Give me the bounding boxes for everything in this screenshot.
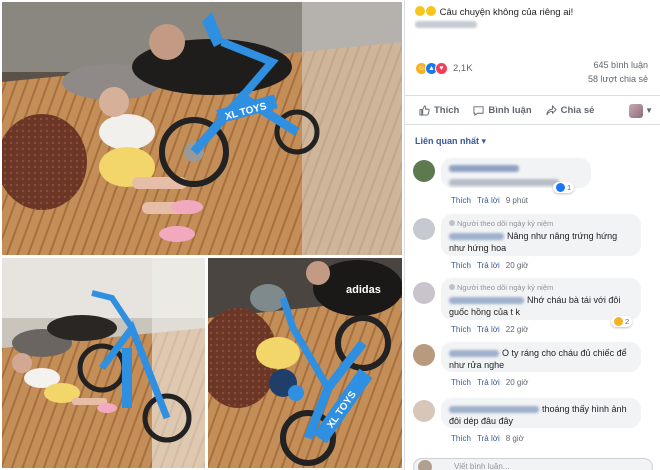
thumbs-up-icon: [419, 104, 430, 116]
share-button-label: Chia sẻ: [560, 104, 595, 116]
comment-reply-link[interactable]: Trả lời: [477, 261, 500, 270]
share-arrow-icon: [546, 104, 557, 115]
write-comment-placeholder: Viết bình luận...: [454, 462, 510, 470]
comment-time[interactable]: 9 phút: [506, 196, 528, 205]
photo-collage: XL TOYS adidas XL TOYS: [0, 0, 404, 470]
comment-reaction-count[interactable]: 1: [553, 182, 575, 193]
comment-time[interactable]: 20 giờ: [506, 261, 529, 270]
comment-like-link[interactable]: Thích: [451, 325, 471, 334]
commenter-avatar[interactable]: [413, 344, 435, 366]
post-caption: Câu chuyện không của riêng ai!: [415, 6, 573, 18]
photo-bottom-right-image: adidas XL TOYS: [208, 258, 402, 468]
comment-item: 1 Thích Trả lời 9 phút: [413, 158, 653, 210]
comment-sort-label: Liên quan nhất: [415, 136, 479, 146]
commenter-name-blurred[interactable]: [449, 297, 524, 304]
comment-reaction-count[interactable]: 2: [611, 316, 633, 327]
comment-bubble-icon: [473, 105, 484, 116]
comment-button[interactable]: Bình luận: [473, 104, 532, 116]
comment-meta: Thích Trả lời 20 giờ: [451, 378, 528, 387]
comment-text-blurred: [449, 179, 559, 186]
comment-time[interactable]: 22 giờ: [506, 325, 529, 334]
comment-reply-link[interactable]: Trả lời: [477, 434, 500, 443]
comment-item: Người theo dõi ngày kỷ niệm Nhớ cháu bà …: [413, 278, 653, 338]
commenter-avatar[interactable]: [413, 218, 435, 240]
photo-bottom-right[interactable]: adidas XL TOYS: [208, 258, 402, 468]
comment-meta: Thích Trả lời 9 phút: [451, 196, 528, 205]
comment-like-link[interactable]: Thích: [451, 261, 471, 270]
comment-like-link[interactable]: Thích: [451, 434, 471, 443]
share-button[interactable]: Chia sẻ: [546, 104, 595, 116]
commenter-avatar[interactable]: [413, 160, 435, 182]
comment-reply-link[interactable]: Trả lời: [477, 325, 500, 334]
laughing-emoji-icon: [426, 6, 436, 16]
comment-meta: Thích Trả lời 20 giờ: [451, 261, 528, 270]
photo-main[interactable]: XL TOYS: [2, 2, 402, 255]
commenter-name-blurred[interactable]: [449, 406, 539, 413]
post-stats: 645 bình luận 58 lượt chia sẻ: [588, 58, 648, 86]
commenter-avatar[interactable]: [413, 400, 435, 422]
write-comment-input[interactable]: Viết bình luận...: [413, 458, 653, 470]
reaction-summary[interactable]: ☺ ▲ ♥ 2,1K: [415, 60, 473, 76]
laughing-emoji-icon: [415, 6, 425, 16]
comment-reply-link[interactable]: Trả lời: [477, 378, 500, 387]
comment-bubble: thoáng thấy hình ảnh đôi dép đâu đây: [441, 398, 641, 428]
badge-icon: [449, 284, 455, 290]
comments-count-link[interactable]: 645 bình luận: [588, 58, 648, 72]
comment-sort-dropdown[interactable]: Liên quan nhất ▾: [415, 136, 486, 147]
photo-bottom-left-image: [2, 258, 205, 468]
comment-like-link[interactable]: Thích: [451, 378, 471, 387]
photo-bottom-left[interactable]: [2, 258, 205, 468]
comment-item: Người theo dõi ngày kỷ niệm Nâng như nân…: [413, 214, 653, 274]
current-user-avatar: [418, 460, 432, 470]
haha-reaction-icon: [614, 317, 623, 326]
post-action-bar: Thích Bình luận Chia sẻ ▼: [405, 95, 660, 125]
like-button[interactable]: Thích: [419, 105, 459, 116]
commenter-name-blurred[interactable]: [449, 165, 519, 172]
comment-time[interactable]: 20 giờ: [506, 378, 529, 387]
commenter-avatar[interactable]: [413, 282, 435, 304]
comment-button-label: Bình luận: [488, 104, 532, 116]
photo-main-image: XL TOYS: [2, 2, 402, 255]
anniversary-follower-badge: Người theo dõi ngày kỷ niệm: [449, 283, 633, 292]
shares-count-link[interactable]: 58 lượt chia sẻ: [588, 72, 648, 86]
comment-time[interactable]: 8 giờ: [506, 434, 524, 443]
like-reaction-icon: [556, 183, 565, 192]
comment-bubble: O ty ráng cho cháu đủ chiếc để như rửa n…: [441, 342, 641, 372]
badge-icon: [449, 220, 455, 226]
chevron-down-icon: ▾: [481, 136, 487, 146]
post-panel: Câu chuyện không của riêng ai! ☺ ▲ ♥ 2,1…: [404, 0, 660, 470]
chevron-down-icon[interactable]: ▼: [645, 106, 653, 115]
page-avatar-selector[interactable]: [629, 104, 643, 118]
comment-item: thoáng thấy hình ảnh đôi dép đâu đây Thí…: [413, 398, 653, 450]
commenter-name-blurred[interactable]: [449, 350, 499, 357]
commenter-name-blurred[interactable]: [449, 233, 504, 240]
anniversary-follower-badge: Người theo dõi ngày kỷ niệm: [449, 219, 633, 228]
blurred-subtitle: [415, 21, 477, 28]
comment-bubble: Người theo dõi ngày kỷ niệm Nhớ cháu bà …: [441, 278, 641, 320]
comment-item: O ty ráng cho cháu đủ chiếc để như rửa n…: [413, 342, 653, 394]
comment-meta: Thích Trả lời 22 giờ: [451, 325, 528, 334]
shirt-brand-label: adidas: [346, 284, 381, 296]
love-reaction-icon: ♥: [435, 61, 448, 75]
comment-reply-link[interactable]: Trả lời: [477, 196, 500, 205]
post-caption-text: Câu chuyện không của riêng ai!: [439, 7, 574, 18]
comment-like-link[interactable]: Thích: [451, 196, 471, 205]
reaction-count: 2,1K: [453, 62, 473, 74]
like-button-label: Thích: [434, 104, 460, 116]
comment-bubble: Người theo dõi ngày kỷ niệm Nâng như nân…: [441, 214, 641, 256]
comment-meta: Thích Trả lời 8 giờ: [451, 434, 524, 443]
